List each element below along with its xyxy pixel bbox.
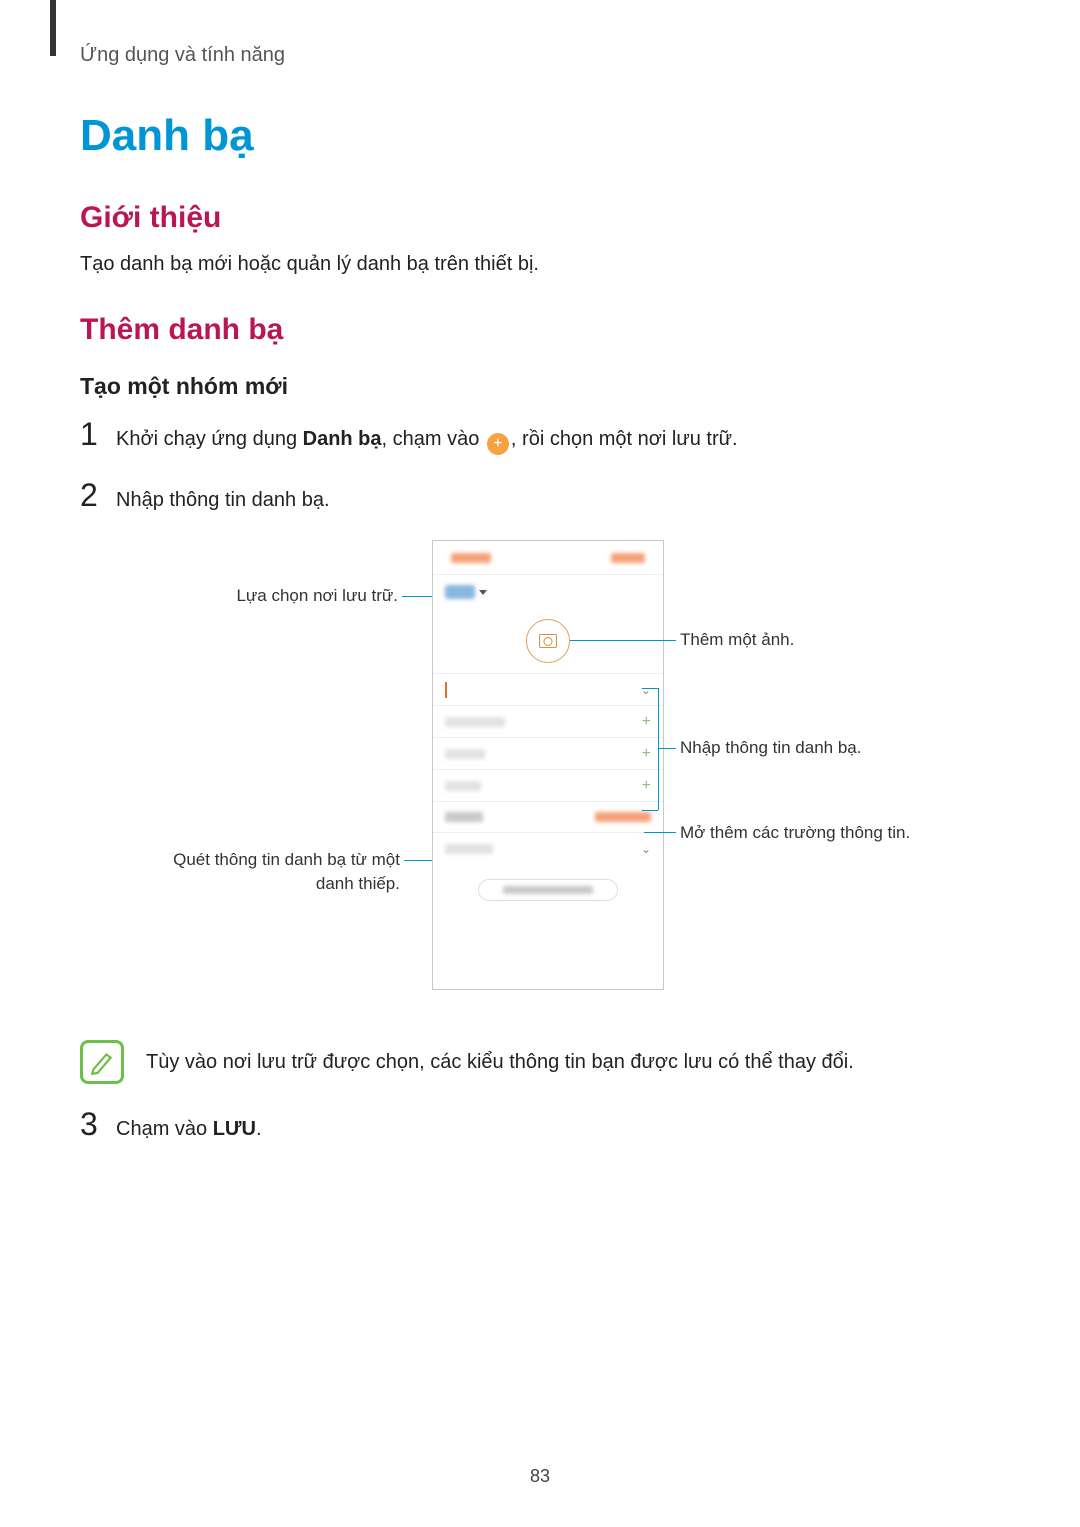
input-field[interactable] [433,801,663,833]
camera-icon [539,634,557,648]
callout-bracket [658,688,659,810]
step-number: 2 [80,479,102,511]
section-intro-body: Tạo danh bạ mới hoặc quản lý danh bạ trê… [80,249,1000,279]
step-3: 3 Chạm vào LƯU. [80,1108,1000,1145]
breadcrumb: Ứng dụng và tính năng [80,44,1000,67]
step-2-text: Nhập thông tin danh bạ. [116,484,330,516]
note-row: Tùy vào nơi lưu trữ được chọn, các kiểu … [80,1040,1000,1084]
phone-mockup: ⌄ + + + ⌄ [432,540,664,990]
scan-card-button[interactable] [478,879,618,901]
storage-selector[interactable] [433,575,663,609]
avatar-row [433,609,663,673]
section-add-heading: Thêm danh bạ [80,313,1000,347]
field-label-redacted [445,717,505,727]
input-field[interactable]: + [433,769,663,801]
callout-scan-l1: Quét thông tin danh bạ từ một [173,850,400,869]
plus-icon: + [642,713,651,731]
input-field[interactable]: + [433,705,663,737]
step3-bold: LƯU [213,1118,256,1140]
callout-line [642,688,658,689]
step-number: 1 [80,418,102,450]
input-field[interactable]: + [433,737,663,769]
section-intro-heading: Giới thiệu [80,201,1000,235]
step-1: 1 Khởi chạy ứng dụng Danh bạ, chạm vào +… [80,418,1000,455]
expand-fields[interactable]: ⌄ [433,833,663,865]
page-number: 83 [530,1466,550,1487]
phone-topbar [433,541,663,575]
callout-morefields: Mở thêm các trường thông tin. [680,823,910,843]
name-field[interactable]: ⌄ [433,673,663,705]
page-marker [50,0,56,56]
page-title: Danh bạ [80,111,1000,161]
cursor-icon [445,682,447,698]
note-text: Tùy vào nơi lưu trữ được chọn, các kiểu … [146,1051,854,1074]
chevron-down-icon [479,590,487,595]
figure-add-contact: Lựa chọn nơi lưu trữ. Quét thông tin dan… [80,540,1000,1020]
field-label-redacted [445,812,483,822]
plus-icon: + [642,745,651,763]
callout-scan: Quét thông tin danh bạ từ một danh thiếp… [104,848,400,896]
note-icon [80,1040,124,1084]
step1-pre: Khởi chạy ứng dụng [116,428,303,450]
callout-addimage: Thêm một ảnh. [680,630,794,650]
callout-scan-l2: danh thiếp. [316,874,400,893]
chevron-down-icon: ⌄ [641,683,651,697]
step1-mid: , chạm vào [382,428,485,450]
callout-line [642,810,658,811]
cancel-redacted [451,553,491,563]
expand-label-redacted [445,844,493,854]
field-label-redacted [445,781,481,791]
chevron-down-icon: ⌄ [641,842,651,856]
subsection-create-heading: Tạo một nhóm mới [80,373,1000,400]
page-content: Ứng dụng và tính năng Danh bạ Giới thiệu… [0,0,1080,1145]
plus-icon: + [642,777,651,795]
plus-icon: + [487,433,509,455]
callout-storage: Lựa chọn nơi lưu trữ. [178,586,398,606]
step3-after: . [256,1118,262,1140]
callout-line [644,832,676,833]
step-3-text: Chạm vào LƯU. [116,1113,262,1145]
field-value-redacted [595,812,651,822]
storage-chip [445,585,475,599]
scan-label-redacted [503,886,593,894]
step3-pre: Chạm vào [116,1118,213,1140]
step-number: 3 [80,1108,102,1140]
step-1-text: Khởi chạy ứng dụng Danh bạ, chạm vào +, … [116,423,738,455]
step1-after: , rồi chọn một nơi lưu trữ. [511,428,738,450]
field-label-redacted [445,749,485,759]
callout-enterinfo: Nhập thông tin danh bạ. [680,738,861,758]
step-2: 2 Nhập thông tin danh bạ. [80,479,1000,516]
save-redacted [611,553,645,563]
step1-bold: Danh bạ [303,428,382,450]
add-photo-button[interactable] [526,619,570,663]
callout-line [658,748,676,749]
callout-line [570,640,676,641]
